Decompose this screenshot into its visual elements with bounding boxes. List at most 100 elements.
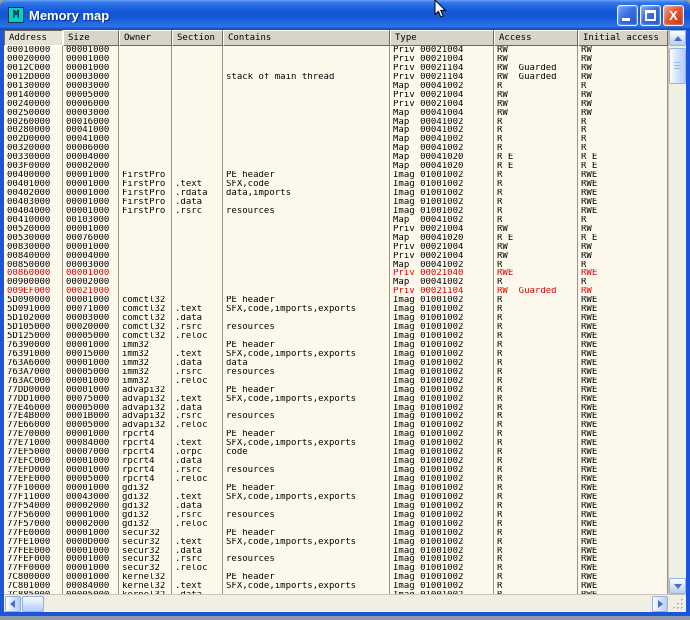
table-row[interactable]: 7C80100000084000kernel32.textSFX,code,im… (4, 582, 668, 591)
table-row[interactable]: 77FE10000000D000secur32.textSFX,code,imp… (4, 538, 668, 547)
table-row[interactable]: 5D10200000003000comctl32.dataImag 010010… (4, 314, 668, 323)
table-row[interactable]: 0085000000003000Map 00041002RR (4, 261, 668, 270)
table-row[interactable]: 77E6600000005000advapi32.relocImag 01001… (4, 421, 668, 430)
table-row[interactable]: 77F5400000002000gdi32.dataImag 01001002R… (4, 502, 668, 511)
table-row[interactable]: 0040100000001000FirstPro.textSFX,codeIma… (4, 180, 668, 189)
vertical-scrollbar[interactable] (668, 30, 686, 594)
table-row[interactable]: 0033000000004000Map 00041020R ER E (4, 153, 668, 162)
table-row[interactable]: 77F1000000001000gdi32PE headerImag 01001… (4, 484, 668, 493)
scroll-up-button[interactable] (669, 30, 686, 46)
cell-size: 00001000 (63, 555, 119, 564)
table-row[interactable]: 77FE000000001000secur32PE headerImag 010… (4, 529, 668, 538)
table-row[interactable]: 77FF000000001000secur32.relocImag 010010… (4, 564, 668, 573)
table-row[interactable]: 5D12500000005000comctl32.relocImag 01001… (4, 332, 668, 341)
table-row[interactable]: 0013000000003000Map 00041002RR (4, 82, 668, 91)
table-row[interactable]: 77F5600000001000gdi32.rsrcresourcesImag … (4, 511, 668, 520)
memory-map-window-icon[interactable]: M (8, 7, 24, 23)
vertical-scroll-track[interactable] (669, 46, 686, 578)
table-row[interactable]: 0002000000001000Priv 00021004RWRW (4, 55, 668, 64)
table-row[interactable]: 002D000000041000Map 00041002RR (4, 135, 668, 144)
table-row[interactable]: 0052000000001000Priv 00021004RWRW (4, 225, 668, 234)
cell-section (172, 234, 223, 243)
table-row[interactable]: 77DD100000075000advapi32.textSFX,code,im… (4, 395, 668, 404)
cell-type: Imag 01001002 (390, 529, 494, 538)
table-row[interactable]: 77EF500000007000rpcrt4.orpccodeImag 0100… (4, 448, 668, 457)
scroll-right-button[interactable] (652, 596, 668, 612)
table-row[interactable]: 7639000000001000imm32PE headerImag 01001… (4, 341, 668, 350)
table-row[interactable]: 77E4600000005000advapi32.dataImag 010010… (4, 404, 668, 413)
horizontal-scroll-thumb[interactable] (22, 596, 44, 612)
table-row[interactable]: 763A600000001000imm32.datadataImag 01001… (4, 359, 668, 368)
table-row[interactable]: 77EFC00000001000rpcrt4.dataImag 01001002… (4, 457, 668, 466)
scroll-down-button[interactable] (669, 578, 686, 594)
minimize-button[interactable] (617, 5, 638, 26)
cell-section: .text (172, 180, 223, 189)
table-row[interactable]: 0040000000001000FirstProPE headerImag 01… (4, 171, 668, 180)
table-row[interactable]: 0040300000001000FirstPro.dataImag 010010… (4, 198, 668, 207)
table-row[interactable]: 003F000000002000Map 00041020R ER E (4, 162, 668, 171)
cell-owner (119, 109, 172, 118)
table-row[interactable]: 763AC00000001000imm32.relocImag 01001002… (4, 377, 668, 386)
vertical-scroll-thumb[interactable] (669, 48, 686, 84)
table-row[interactable]: 0041000000103000Map 00041002RR (4, 216, 668, 225)
table-row[interactable]: 77F1100000043000gdi32.textSFX,code,impor… (4, 493, 668, 502)
table-row[interactable]: 0040200000001000FirstPro.rdatadata,impor… (4, 189, 668, 198)
column-header-address[interactable]: Address (4, 30, 63, 46)
column-header-initial[interactable]: Initial access (578, 30, 668, 46)
table-row[interactable]: 0083000000001000Priv 00021004RWRW (4, 243, 668, 252)
table-row[interactable]: 5D09100000071000comctl32.textSFX,code,im… (4, 305, 668, 314)
cell-owner (119, 234, 172, 243)
table-row[interactable]: 0024000000006000Priv 00021004RWRW (4, 100, 668, 109)
scroll-left-button[interactable] (5, 596, 21, 612)
cell-section: .data (172, 314, 223, 323)
column-header-section[interactable]: Section (172, 30, 223, 46)
table-row[interactable]: 77FEE00000001000secur32.dataImag 0100100… (4, 547, 668, 556)
table-row[interactable]: 0084000000004000Priv 00021004RWRW (4, 252, 668, 261)
cell-address: 77F10000 (4, 484, 63, 493)
cell-type: Imag 01001002 (390, 341, 494, 350)
table-row[interactable]: 5D10500000020000comctl32.rsrcresourcesIm… (4, 323, 668, 332)
title-bar[interactable]: M Memory map X (0, 0, 690, 30)
column-header-contains[interactable]: Contains (223, 30, 390, 46)
column-header-access[interactable]: Access (494, 30, 578, 46)
table-row[interactable]: 0014000000005000Priv 00021004RWRW (4, 91, 668, 100)
table-row[interactable]: 77DD000000001000advapi32PE headerImag 01… (4, 386, 668, 395)
resize-grip[interactable] (669, 595, 686, 612)
table-row[interactable]: 0001000000001000Priv 00021004RWRW (4, 46, 668, 55)
table-row[interactable]: 77E7100000084000rpcrt4.textSFX,code,impo… (4, 439, 668, 448)
cell-owner: imm32 (119, 359, 172, 368)
cell-owner: comctl32 (119, 305, 172, 314)
table-row[interactable]: 0012C00000001000Priv 00021104RW GuardedR… (4, 64, 668, 73)
table-row[interactable]: 0012D00000003000stack of main threadPriv… (4, 73, 668, 82)
table-row[interactable]: 0086000000001000Priv 00021040RWERWE (4, 269, 668, 278)
horizontal-scrollbar[interactable] (4, 595, 669, 612)
table-row[interactable]: 0053000000076000Map 00041020R ER E (4, 234, 668, 243)
maximize-button[interactable] (640, 5, 661, 26)
close-button[interactable]: X (663, 5, 684, 26)
cell-access: R (494, 359, 578, 368)
table-row[interactable]: 0028000000041000Map 00041002RR (4, 126, 668, 135)
table-row[interactable]: 5D09000000001000comctl32PE headerImag 01… (4, 296, 668, 305)
table-row[interactable]: 0026000000016000Map 00041002RR (4, 118, 668, 127)
table-row[interactable]: 77EFD00000001000rpcrt4.rsrcresourcesImag… (4, 466, 668, 475)
table-row[interactable]: 7639100000015000imm32.textSFX,code,impor… (4, 350, 668, 359)
table-row[interactable]: 0032000000006000Map 00041002RR (4, 144, 668, 153)
table-row[interactable]: 77EFE00000005000rpcrt4.relocImag 0100100… (4, 475, 668, 484)
table-row[interactable]: 7C80000000001000kernel32PE headerImag 01… (4, 573, 668, 582)
table-row[interactable]: 763A700000005000imm32.rsrcresourcesImag … (4, 368, 668, 377)
table-row[interactable]: 0090000000002000Map 00041002RR (4, 278, 668, 287)
column-header-owner[interactable]: Owner (119, 30, 172, 46)
horizontal-scroll-track[interactable] (21, 596, 652, 612)
cell-owner: imm32 (119, 341, 172, 350)
table-row[interactable]: 0040400000001000FirstPro.rsrcresourcesIm… (4, 207, 668, 216)
table-row[interactable]: 0025000000003000Map 00041004RWRW (4, 109, 668, 118)
table-row[interactable]: 77F5700000002000gdi32.relocImag 01001002… (4, 520, 668, 529)
column-header-type[interactable]: Type (390, 30, 494, 46)
cell-address: 763AC000 (4, 377, 63, 386)
table-row[interactable]: 77FEF00000001000secur32.rsrcresourcesIma… (4, 555, 668, 564)
column-header-size[interactable]: Size (63, 30, 119, 46)
table-row[interactable]: 009EF00000021000Priv 00021104RW GuardedR… (4, 287, 668, 296)
table-row[interactable]: 77E4B0000001B000advapi32.rsrcresourcesIm… (4, 412, 668, 421)
table-row[interactable]: 77E7000000001000rpcrt4PE headerImag 0100… (4, 430, 668, 439)
cell-access: RW (494, 225, 578, 234)
